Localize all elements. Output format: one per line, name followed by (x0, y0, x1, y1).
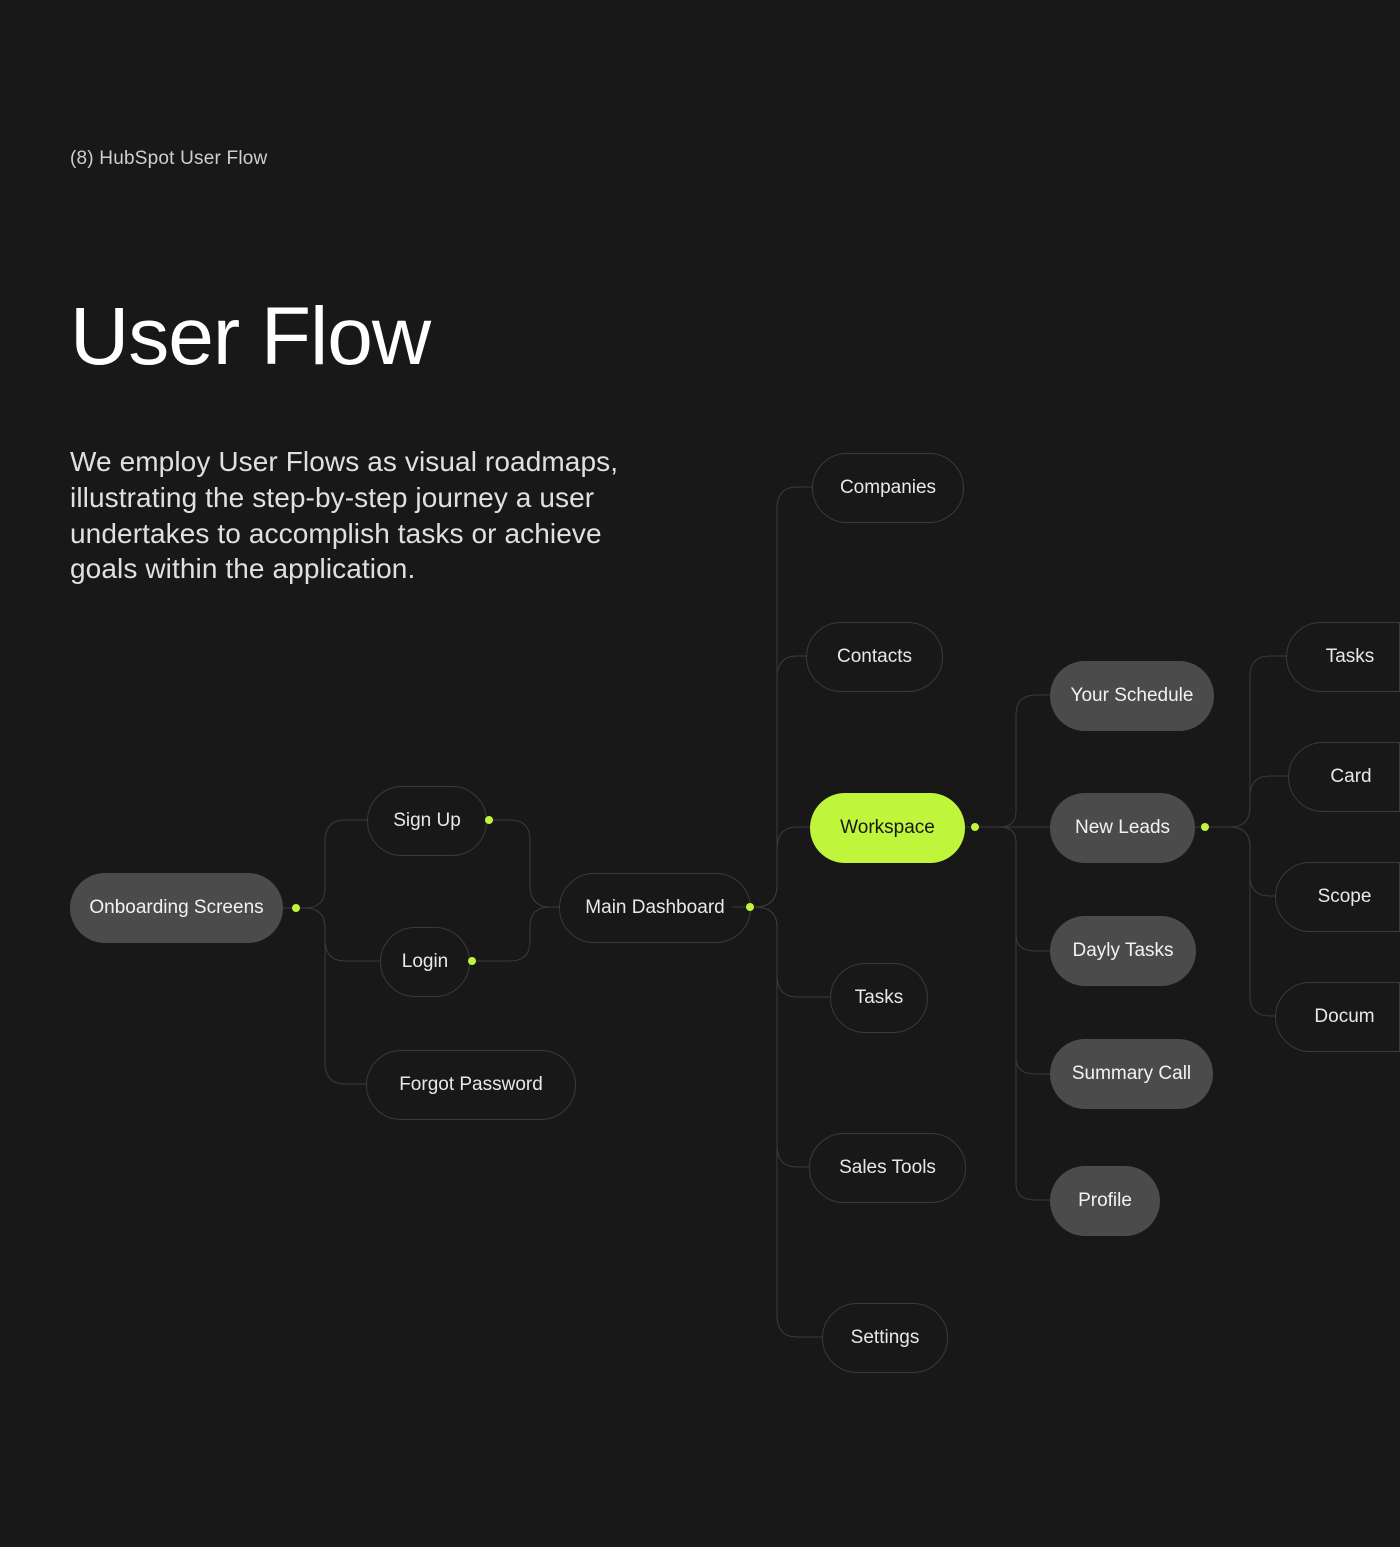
node-contacts[interactable]: Contacts (806, 622, 943, 692)
node-docum[interactable]: Docum (1275, 982, 1400, 1052)
flow-connectors (0, 0, 1400, 1547)
connector-dot (292, 904, 300, 912)
node-scope[interactable]: Scope (1275, 862, 1400, 932)
connector-dot (468, 957, 476, 965)
node-sign-up[interactable]: Sign Up (367, 786, 487, 856)
node-tasks[interactable]: Tasks (830, 963, 928, 1033)
node-main-dashboard[interactable]: Main Dashboard (559, 873, 751, 943)
connector-dot (971, 823, 979, 831)
connector-dot (485, 816, 493, 824)
node-forgot-password[interactable]: Forgot Password (366, 1050, 576, 1120)
node-workspace[interactable]: Workspace (810, 793, 965, 863)
node-profile[interactable]: Profile (1050, 1166, 1160, 1236)
node-sales-tools[interactable]: Sales Tools (809, 1133, 966, 1203)
node-new-leads[interactable]: New Leads (1050, 793, 1195, 863)
user-flow-diagram: Onboarding Screens Sign Up Login Forgot … (0, 0, 1400, 1547)
node-companies[interactable]: Companies (812, 453, 964, 523)
node-settings[interactable]: Settings (822, 1303, 948, 1373)
node-summary-call[interactable]: Summary Call (1050, 1039, 1213, 1109)
node-onboarding-screens[interactable]: Onboarding Screens (70, 873, 283, 943)
node-tasks-2[interactable]: Tasks (1286, 622, 1400, 692)
node-card[interactable]: Card (1288, 742, 1400, 812)
node-your-schedule[interactable]: Your Schedule (1050, 661, 1214, 731)
connector-dot (1201, 823, 1209, 831)
connector-dot (746, 903, 754, 911)
node-login[interactable]: Login (380, 927, 470, 997)
node-dayly-tasks[interactable]: Dayly Tasks (1050, 916, 1196, 986)
